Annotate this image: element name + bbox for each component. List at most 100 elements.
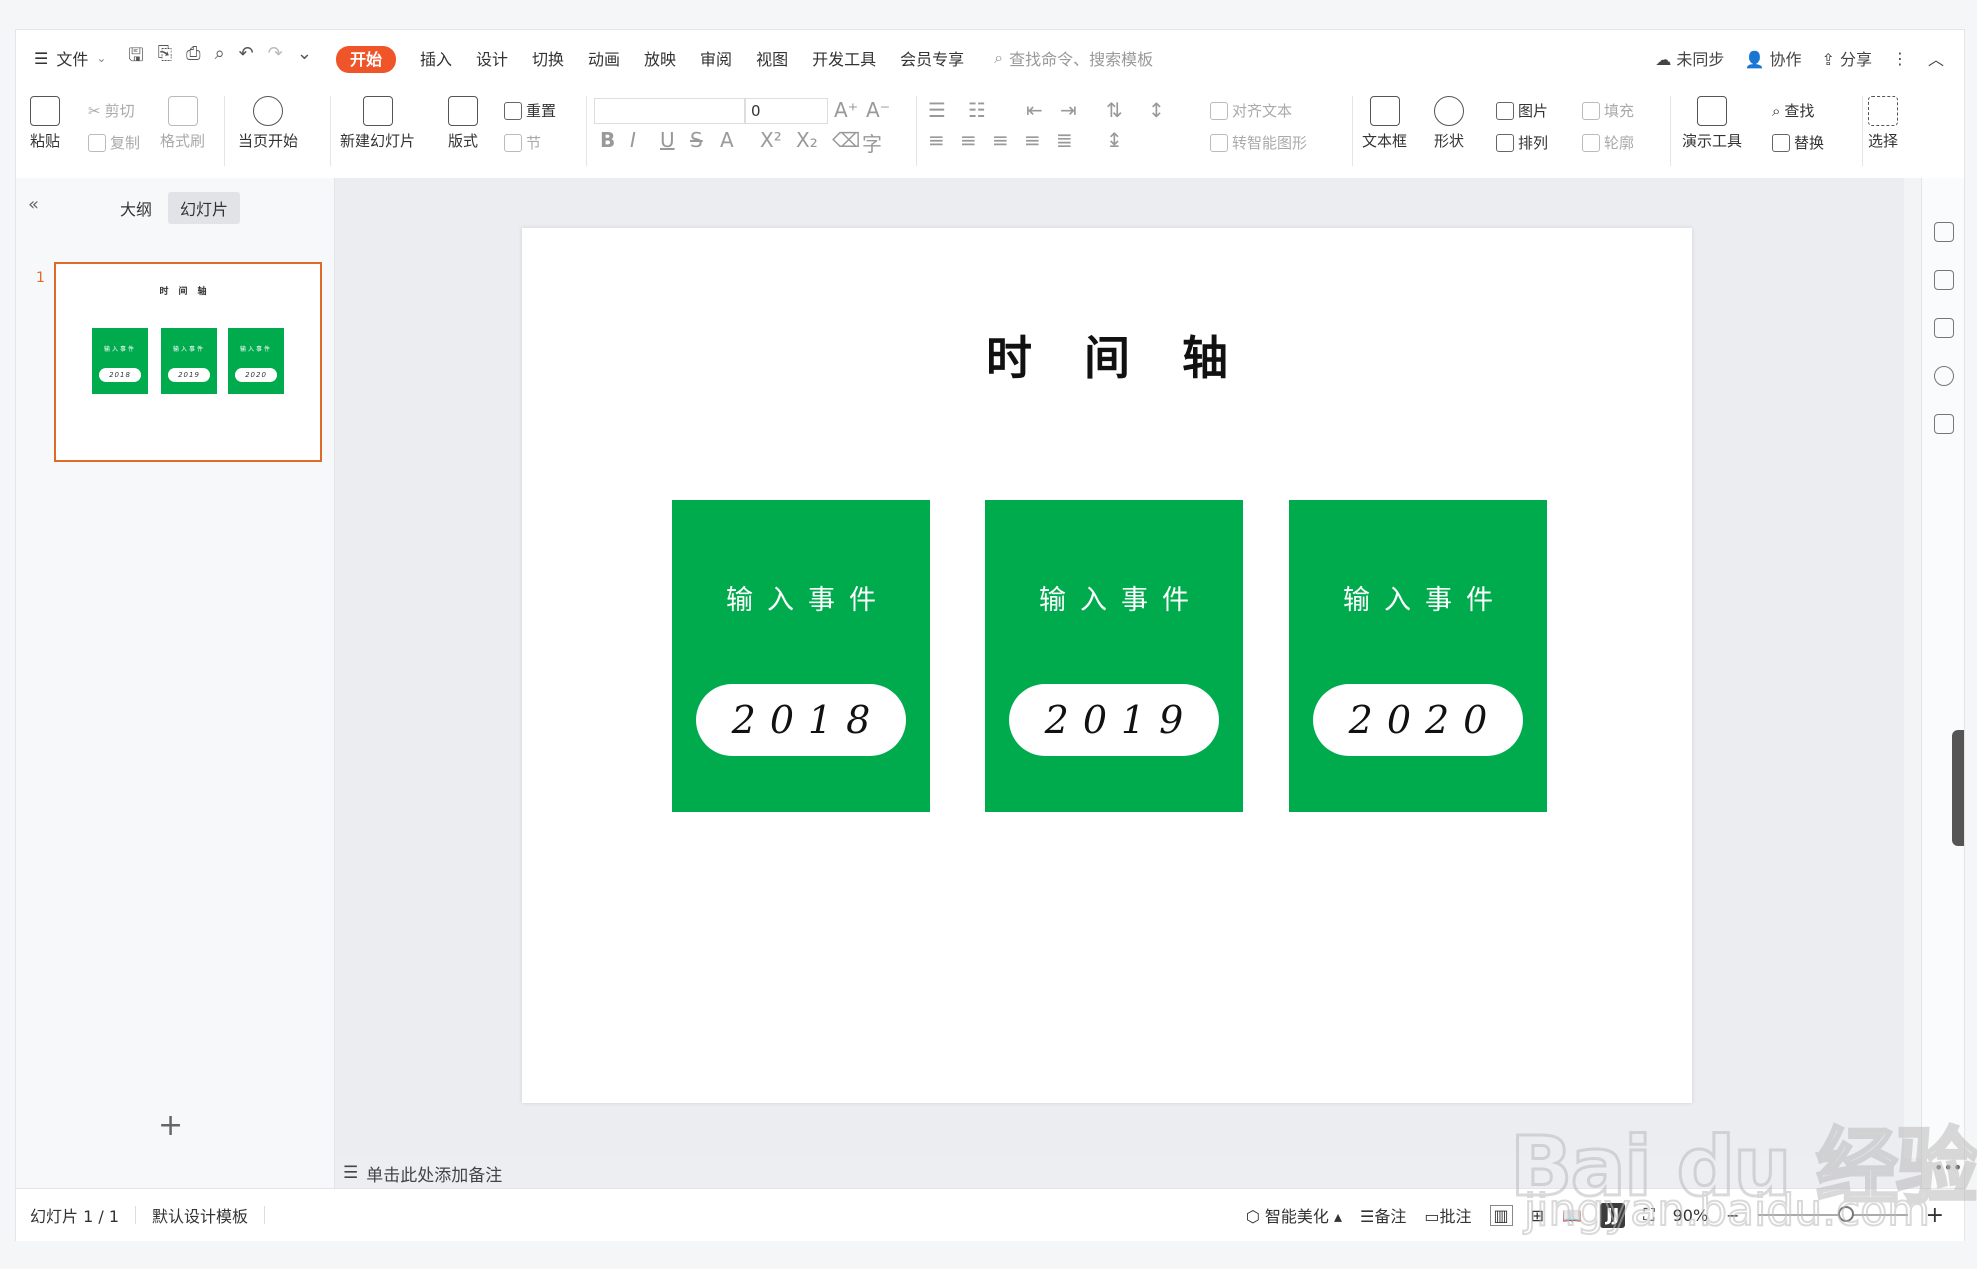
numbered-list-icon[interactable]: ☷ — [968, 98, 986, 122]
fill-button[interactable]: 填充 — [1582, 100, 1634, 121]
play-current-button[interactable]: 当页开始 — [238, 96, 298, 151]
paste-button[interactable]: 粘贴 — [30, 96, 60, 151]
outdent-icon[interactable]: ⇤ — [1026, 98, 1043, 122]
shape-button[interactable]: 形状 — [1434, 96, 1464, 151]
new-slide-button[interactable]: 新建幻灯片 — [340, 96, 415, 151]
tab-review[interactable]: 审阅 — [688, 46, 744, 70]
watermark-url: jingyan.baidu.com — [1523, 1184, 1931, 1237]
vertical-scrollbar[interactable] — [1904, 178, 1921, 1158]
replace-button[interactable]: 替换 — [1772, 132, 1824, 153]
slide-title[interactable]: 时间轴 — [522, 322, 1692, 388]
timeline-card[interactable]: 输入事件 2019 — [985, 500, 1243, 812]
align-left-icon[interactable]: ≡ — [928, 128, 945, 152]
font-color-icon[interactable]: A — [720, 128, 734, 152]
animation-icon[interactable] — [1934, 318, 1954, 338]
tab-slideshow[interactable]: 放映 — [632, 46, 688, 70]
cut-button[interactable]: ✂ 剪切 — [88, 100, 135, 121]
tab-animations[interactable]: 动画 — [576, 46, 632, 70]
increase-font-icon[interactable]: A⁺ — [834, 98, 858, 122]
card-year-badge[interactable]: 2020 — [1313, 684, 1523, 756]
select-button[interactable]: 选择 — [1868, 96, 1898, 151]
card-event-text[interactable]: 输入事件 — [985, 578, 1243, 617]
notes-button[interactable]: ☰备注 — [1360, 1203, 1406, 1227]
template-name[interactable]: 默认设计模板 — [152, 1203, 248, 1227]
tab-insert[interactable]: 插入 — [408, 46, 464, 70]
tab-home[interactable]: 开始 — [324, 46, 408, 73]
textbox-button[interactable]: 文本框 — [1362, 96, 1407, 151]
command-search[interactable]: ⌕ 查找命令、搜索模板 — [994, 46, 1153, 70]
help-icon[interactable] — [1934, 366, 1954, 386]
layout-button[interactable]: 版式 — [448, 96, 478, 151]
beautify-button[interactable]: ⬡ 智能美化 ▴ — [1246, 1203, 1342, 1227]
customize-toolbar-icon[interactable]: ⌄ — [297, 43, 312, 73]
paragraph-spacing-icon[interactable]: ↨ — [1106, 128, 1123, 152]
superscript-icon[interactable]: X² — [760, 128, 782, 152]
present-tools-button[interactable]: 演示工具 — [1682, 96, 1742, 151]
properties-icon[interactable] — [1934, 222, 1954, 242]
card-event-text[interactable]: 输入事件 — [672, 578, 930, 617]
line-spacing-icon[interactable]: ↕ — [1148, 98, 1165, 122]
format-painter-button[interactable]: 格式刷 — [160, 96, 205, 151]
share-button[interactable]: ⇪ 分享 — [1821, 46, 1872, 70]
bold-icon[interactable]: B — [600, 128, 615, 152]
export-icon[interactable]: ⎘ — [158, 43, 172, 73]
tab-developer[interactable]: 开发工具 — [800, 46, 888, 70]
tab-transitions[interactable]: 切换 — [520, 46, 576, 70]
tab-outline[interactable]: 大纲 — [108, 192, 164, 224]
timeline-card[interactable]: 输入事件 2018 — [672, 500, 930, 812]
underline-icon[interactable]: U — [660, 128, 675, 152]
redo-icon[interactable]: ↷ — [268, 43, 283, 73]
add-slide-icon[interactable]: + — [158, 1108, 183, 1143]
font-family-select[interactable] — [594, 98, 746, 124]
timeline-card[interactable]: 输入事件 2020 — [1289, 500, 1547, 812]
sync-button[interactable]: ☁ 未同步 — [1655, 46, 1724, 70]
slide-thumbnail[interactable]: 时间轴 输入事件 2018 输入事件 2019 输入事件 2020 — [54, 262, 322, 462]
comments-button[interactable]: ▭批注 — [1424, 1203, 1471, 1227]
notes-placeholder: 单击此处添加备注 — [366, 1165, 503, 1186]
distribute-icon[interactable]: ≣ — [1056, 128, 1073, 152]
strikethrough-icon[interactable]: S — [690, 128, 703, 152]
tab-view[interactable]: 视图 — [744, 46, 800, 70]
indent-icon[interactable]: ⇥ — [1060, 98, 1077, 122]
undo-icon[interactable]: ↶ — [239, 43, 254, 73]
section-button[interactable]: 节 — [504, 132, 541, 153]
side-drawer-handle[interactable] — [1952, 730, 1964, 846]
print-preview-icon[interactable]: ⌕ — [215, 43, 225, 73]
collaborate-button[interactable]: 👤 协作 — [1744, 46, 1801, 70]
decrease-font-icon[interactable]: A⁻ — [866, 98, 890, 122]
tab-slides[interactable]: 幻灯片 — [168, 192, 241, 224]
file-menu[interactable]: ☰ 文件 ⌄ — [16, 46, 116, 70]
save-icon[interactable]: 🖫 — [128, 43, 143, 73]
reset-button[interactable]: 重置 — [504, 100, 556, 121]
picture-button[interactable]: 图片 — [1496, 100, 1548, 121]
card-event-text[interactable]: 输入事件 — [1289, 578, 1547, 617]
align-center-icon[interactable]: ≡ — [960, 128, 977, 152]
card-year-badge[interactable]: 2019 — [1009, 684, 1219, 756]
subscript-icon[interactable]: X₂ — [796, 128, 818, 152]
copy-button[interactable]: 复制 — [88, 132, 140, 153]
text-direction-icon[interactable]: ⇅ — [1106, 98, 1123, 122]
smartart-button[interactable]: 转智能图形 — [1210, 132, 1307, 153]
font-size-select[interactable]: 0 — [744, 98, 828, 124]
collapse-panel-icon[interactable]: « — [28, 194, 39, 215]
align-text-button[interactable]: 对齐文本 — [1210, 100, 1292, 121]
align-right-icon[interactable]: ≡ — [992, 128, 1009, 152]
arrange-button[interactable]: 排列 — [1496, 132, 1548, 153]
backup-icon[interactable] — [1934, 414, 1954, 434]
outline-button[interactable]: 轮廓 — [1582, 132, 1634, 153]
card-year-badge[interactable]: 2018 — [696, 684, 906, 756]
find-button[interactable]: ⌕ 查找 — [1772, 100, 1814, 121]
justify-icon[interactable]: ≡ — [1024, 128, 1041, 152]
tab-member[interactable]: 会员专享 — [888, 46, 976, 70]
bullet-list-icon[interactable]: ☰ — [928, 98, 946, 122]
more-options-icon[interactable]: ⋮ — [1892, 49, 1908, 68]
phonetic-icon[interactable]: 字 — [862, 128, 882, 157]
print-icon[interactable]: ⎙ — [186, 43, 200, 73]
collapse-ribbon-icon[interactable]: ︿ — [1928, 46, 1944, 70]
clear-format-icon[interactable]: ⌫ — [832, 128, 860, 152]
align-text-label: 对齐文本 — [1232, 102, 1293, 120]
italic-icon[interactable]: I — [630, 128, 636, 152]
slide[interactable]: 时间轴 输入事件 2018 输入事件 2019 输入事件 2020 — [522, 228, 1692, 1103]
star-icon[interactable] — [1934, 270, 1954, 290]
tab-design[interactable]: 设计 — [464, 46, 520, 70]
